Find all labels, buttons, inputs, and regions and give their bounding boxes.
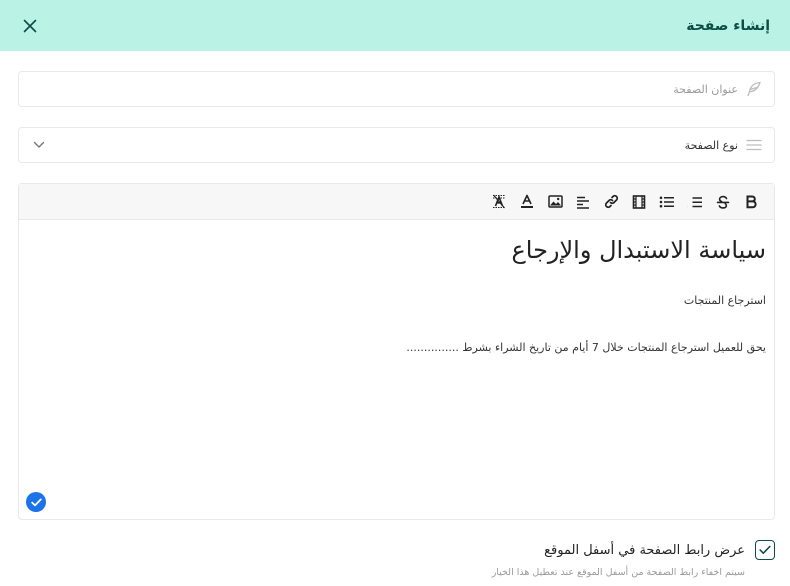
close-icon — [23, 19, 37, 32]
link-icon — [604, 194, 618, 209]
editor-content[interactable]: سياسة الاستبدال والإرجاع استرجاع المنتجا… — [19, 220, 774, 519]
dialog-header: إنشاء صفحة — [0, 0, 790, 51]
editor-toolbar: 1 2 3 — [19, 184, 774, 220]
checkmark-icon — [30, 498, 42, 506]
footer-link-option: عرض رابط الصفحة في أسفل الموقع سيتم اخفا… — [395, 540, 775, 578]
chevron-down-icon[interactable] — [29, 135, 49, 155]
clear-format-icon — [493, 194, 505, 209]
image-icon — [547, 195, 563, 208]
strikethrough-button[interactable] — [709, 188, 737, 216]
ordered-list-button[interactable]: 1 2 3 — [681, 188, 709, 216]
page-type-value: نوع الصفحة — [684, 138, 738, 152]
strikethrough-icon — [716, 195, 730, 209]
content-paragraph: يحق للعميل استرجاع المنتجات خلال 7 أيام … — [406, 341, 766, 354]
film-icon — [632, 194, 646, 209]
video-button[interactable] — [625, 188, 653, 216]
link-button[interactable] — [597, 188, 625, 216]
ordered-list-icon: 1 2 3 — [687, 195, 702, 209]
align-button[interactable] — [569, 188, 597, 216]
bold-button[interactable] — [737, 188, 765, 216]
image-button[interactable] — [541, 188, 569, 216]
content-heading: سياسة الاستبدال والإرجاع — [511, 236, 766, 264]
text-color-button[interactable] — [513, 188, 541, 216]
page-title-input[interactable] — [29, 72, 738, 106]
grammar-check-badge[interactable] — [26, 492, 46, 512]
page-type-select[interactable]: نوع الصفحة — [18, 127, 775, 163]
align-right-icon — [577, 196, 589, 209]
bold-icon — [746, 195, 757, 208]
footer-link-label: عرض رابط الصفحة في أسفل الموقع — [544, 542, 745, 558]
bullet-list-icon — [659, 196, 674, 207]
page-title-field[interactable] — [18, 71, 775, 107]
dialog-title: إنشاء صفحة — [686, 17, 770, 34]
rich-text-editor: 1 2 3 — [18, 183, 775, 520]
bullet-list-button[interactable] — [653, 188, 681, 216]
close-button[interactable] — [20, 16, 40, 36]
svg-text:3: 3 — [687, 204, 688, 209]
feather-icon — [744, 79, 764, 99]
checkmark-icon — [759, 545, 771, 554]
menu-lines-icon — [744, 135, 764, 155]
clear-format-button[interactable] — [485, 188, 513, 216]
footer-link-hint: سيتم اخفاء رابط الصفحة من أسفل الموقع عن… — [491, 567, 745, 578]
text-color-icon — [521, 194, 533, 208]
footer-link-checkbox[interactable] — [755, 540, 775, 560]
content-subheading: استرجاع المنتجات — [683, 294, 766, 307]
